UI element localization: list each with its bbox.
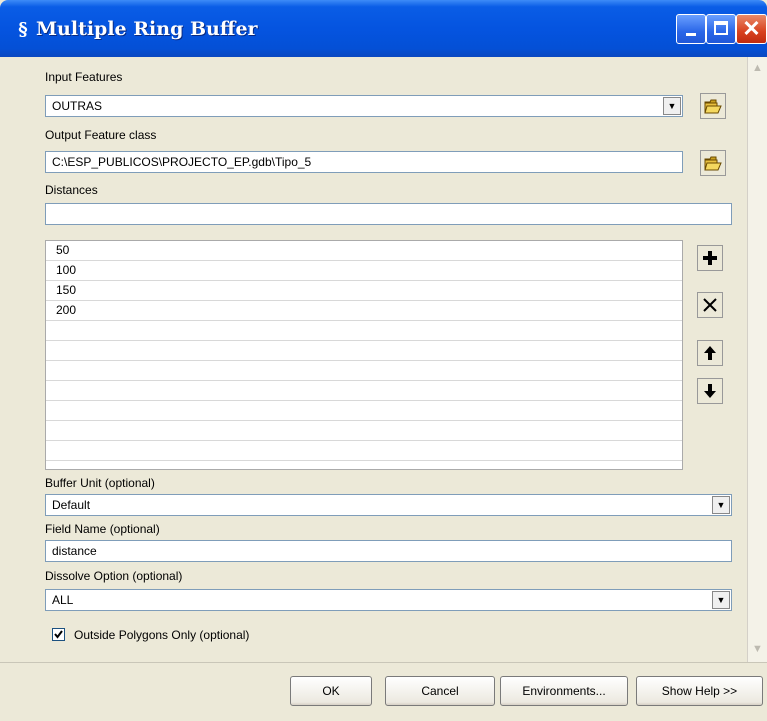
scroll-down-icon[interactable]: ▼ [750,642,765,657]
buffer-unit-combobox[interactable]: Default [45,494,732,516]
remove-distance-button[interactable] [697,292,723,318]
show-help-button[interactable]: Show Help >> [636,676,763,706]
input-features-combobox[interactable]: OUTRAS [45,95,683,117]
window-frame [0,57,20,720]
input-features-browse-button[interactable] [700,93,726,119]
output-feature-class-browse-button[interactable] [700,150,726,176]
list-item[interactable] [46,321,682,341]
list-item[interactable] [46,341,682,361]
outside-polygons-label: Outside Polygons Only (optional) [74,628,250,642]
plus-icon [703,251,717,265]
environments-button[interactable]: Environments... [500,676,628,706]
ok-button[interactable]: OK [290,676,372,706]
list-item[interactable]: 150 [46,281,682,301]
buffer-unit-label: Buffer Unit (optional) [45,476,155,490]
list-item[interactable] [46,441,682,461]
vertical-scrollbar[interactable]: ▲ ▼ [747,57,767,662]
distances-label: Distances [45,183,98,197]
add-distance-button[interactable] [697,245,723,271]
dissolve-option-dropdown-button[interactable]: ▼ [712,591,730,609]
maximize-icon [714,21,728,35]
arrow-up-icon [704,346,716,360]
list-item[interactable]: 100 [46,261,682,281]
list-item[interactable] [46,421,682,441]
list-item[interactable]: 50 [46,241,682,261]
cancel-button[interactable]: Cancel [385,676,495,706]
outside-polygons-checkbox[interactable] [52,628,65,641]
scroll-up-icon[interactable]: ▲ [750,61,765,76]
title-bar: § Multiple Ring Buffer ✕ [0,0,767,57]
list-item[interactable]: 200 [46,301,682,321]
input-features-dropdown-button[interactable]: ▼ [663,97,681,115]
dissolve-option-combobox[interactable]: ALL [45,589,732,611]
minimize-button[interactable] [676,14,706,44]
maximize-button[interactable] [706,14,736,44]
x-icon [703,298,717,312]
field-name-label: Field Name (optional) [45,522,160,536]
output-feature-class-field[interactable]: C:\ESP_PUBLICOS\PROJECTO_EP.gdb\Tipo_5 [45,151,683,173]
close-icon: ✕ [742,16,761,41]
list-item[interactable] [46,361,682,381]
output-feature-class-label: Output Feature class [45,128,157,142]
field-name-input[interactable]: distance [45,540,732,562]
dissolve-option-label: Dissolve Option (optional) [45,569,183,583]
distances-list[interactable]: 50 100 150 200 [45,240,683,470]
input-features-label: Input Features [45,70,123,84]
minimize-icon [686,33,696,36]
open-folder-icon [704,99,722,114]
script-tool-icon: § [18,19,28,40]
list-item[interactable] [46,381,682,401]
distances-input[interactable] [45,203,732,225]
move-down-button[interactable] [697,378,723,404]
open-folder-icon [704,156,722,171]
arrow-down-icon [704,384,716,398]
window-title: Multiple Ring Buffer [36,18,258,40]
buffer-unit-dropdown-button[interactable]: ▼ [712,496,730,514]
close-button[interactable]: ✕ [736,14,767,44]
checkmark-icon [54,630,63,639]
list-item[interactable] [46,401,682,421]
move-up-button[interactable] [697,340,723,366]
